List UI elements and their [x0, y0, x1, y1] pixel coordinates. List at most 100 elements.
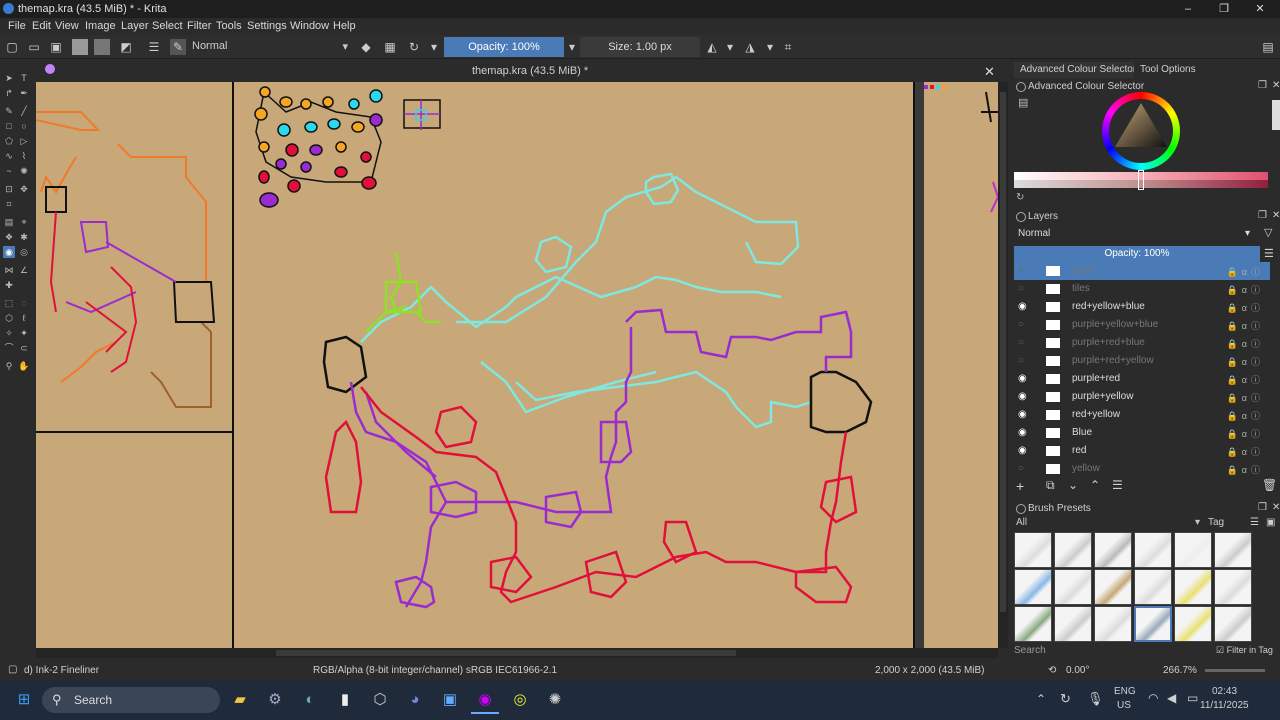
layer-properties-icon[interactable]: ☰: [1112, 478, 1123, 492]
polyline-tool-icon[interactable]: ▷: [18, 135, 30, 147]
close-panel-icon[interactable]: ✕: [1272, 80, 1280, 91]
layer-lock-icons[interactable]: 🔒αⓘ: [1227, 337, 1264, 350]
zoom-value[interactable]: 266.7%: [1163, 665, 1197, 676]
smart-patch-tool-icon[interactable]: ✱: [18, 231, 30, 243]
brush-settings-icon[interactable]: ☰: [146, 39, 162, 55]
move-tool-icon[interactable]: ✥: [18, 183, 30, 195]
layer-lock-icons[interactable]: 🔒αⓘ: [1227, 301, 1264, 314]
brush-preset-item[interactable]: [1054, 532, 1092, 568]
layer-lock-icons[interactable]: 🔒αⓘ: [1227, 409, 1264, 422]
open-folder-icon[interactable]: ▭: [26, 39, 42, 55]
zoom-slider[interactable]: [1205, 669, 1265, 672]
file-explorer-icon[interactable]: ▰: [226, 686, 254, 714]
krita-taskbar-icon[interactable]: ◉: [471, 686, 499, 714]
steam-icon[interactable]: ◐: [296, 686, 324, 714]
move-layer-down-icon[interactable]: ⌄: [1068, 478, 1078, 492]
language-indicator[interactable]: ENG: [1114, 686, 1136, 697]
canvas-vertical-scrollbar[interactable]: [998, 82, 1008, 648]
tag-button[interactable]: Tag: [1208, 517, 1224, 528]
brush-preset-item[interactable]: [1014, 532, 1052, 568]
layer-lock-icons[interactable]: 🔒αⓘ: [1227, 445, 1264, 458]
add-layer-icon[interactable]: +: [1016, 478, 1024, 494]
visibility-eye-icon[interactable]: ◉: [1018, 428, 1028, 438]
filter-icon[interactable]: ▽: [1264, 226, 1272, 239]
tab-advanced-colour-selector[interactable]: Advanced Colour Selector: [1014, 62, 1143, 78]
canvas-area[interactable]: [36, 82, 998, 648]
layer-row[interactable]: ◉ red+yellow+blue 🔒αⓘ: [1014, 298, 1270, 316]
close-panel-icon[interactable]: ✕: [1272, 210, 1280, 221]
color-picker-tool-icon[interactable]: ⌖: [18, 216, 30, 228]
transform-tool-icon[interactable]: ⊡: [3, 183, 15, 195]
brush-grid-icon[interactable]: ▣: [1266, 517, 1275, 528]
visibility-eye-icon[interactable]: ○: [1018, 320, 1028, 330]
refresh-icon[interactable]: ↻: [1016, 192, 1024, 203]
colorize-mask-tool-icon[interactable]: ❖: [3, 231, 15, 243]
layer-row[interactable]: ◉ Blue 🔒αⓘ: [1014, 424, 1270, 442]
line-tool-icon[interactable]: ╱: [18, 105, 30, 117]
brush-preset-item[interactable]: [1094, 606, 1132, 642]
menu-file[interactable]: File: [8, 20, 26, 32]
battery-icon[interactable]: ▭: [1187, 691, 1198, 705]
menu-edit[interactable]: Edit: [32, 20, 51, 32]
reload-preset-icon[interactable]: ↻: [406, 39, 422, 55]
chevron-down-icon[interactable]: ▾: [762, 39, 778, 55]
polygon-tool-icon[interactable]: ⬠: [3, 135, 15, 147]
layer-options-icon[interactable]: ☰: [1264, 247, 1274, 260]
wrap-around-icon[interactable]: ⌗: [780, 39, 796, 55]
gradient-tool-icon[interactable]: ▤: [3, 216, 15, 228]
menu-window[interactable]: Window: [290, 20, 329, 32]
rotation-value[interactable]: 0.00°: [1066, 665, 1089, 676]
brush-preset-icon[interactable]: ✎: [170, 39, 186, 55]
freehand-brush-tool-icon[interactable]: ✎: [3, 105, 15, 117]
layer-row[interactable]: ◉ purple+red 🔒αⓘ: [1014, 370, 1270, 388]
brush-preset-item[interactable]: [1014, 606, 1052, 642]
brush-preset-item[interactable]: [1054, 569, 1092, 605]
bezier-tool-icon[interactable]: ∿: [3, 150, 15, 162]
size-slider[interactable]: Size: 1.00 px: [580, 37, 700, 57]
edit-shapes-tool-icon[interactable]: ↱: [3, 87, 15, 99]
visibility-eye-icon[interactable]: ○: [1018, 356, 1028, 366]
similar-select-tool-icon[interactable]: ✦: [18, 327, 30, 339]
brush-preset-item[interactable]: [1134, 569, 1172, 605]
chevron-down-icon[interactable]: ▾: [426, 39, 442, 55]
select-shape-tool-icon[interactable]: ➤: [3, 72, 15, 84]
color-space-info[interactable]: RGB/Alpha (8-bit integer/channel) sRGB I…: [313, 665, 557, 676]
rotate-icon[interactable]: ⟲: [1048, 665, 1056, 676]
microphone-icon[interactable]: 🎙: [1087, 691, 1104, 707]
maximize-button[interactable]: ❐: [1206, 0, 1242, 18]
visibility-eye-icon[interactable]: ◉: [1018, 302, 1028, 312]
brush-preset-item[interactable]: [1134, 606, 1172, 642]
layer-lock-icons[interactable]: 🔒αⓘ: [1227, 373, 1264, 386]
menu-layer[interactable]: Layer: [121, 20, 149, 32]
settings-icon[interactable]: ⚙: [261, 686, 289, 714]
wifi-icon[interactable]: ◠: [1148, 691, 1158, 705]
text-tool-icon[interactable]: T: [18, 72, 30, 84]
mirror-horizontal-icon[interactable]: ◭: [704, 39, 720, 55]
brush-preset-item[interactable]: [1174, 532, 1212, 568]
layer-lock-icons[interactable]: 🔒αⓘ: [1227, 283, 1264, 296]
brush-preset-item[interactable]: [1054, 606, 1092, 642]
colour-triangle[interactable]: [1109, 99, 1173, 163]
sync-icon[interactable]: ↻: [1060, 691, 1071, 707]
opacity-slider[interactable]: Opacity: 100%: [444, 37, 564, 57]
app-icon[interactable]: ◎: [506, 686, 534, 714]
menu-help[interactable]: Help: [333, 20, 356, 32]
menu-select[interactable]: Select: [152, 20, 183, 32]
layer-row[interactable]: ◉ red+yellow 🔒αⓘ: [1014, 406, 1270, 424]
clock-date[interactable]: 11/11/2025: [1200, 700, 1249, 711]
menu-settings[interactable]: Settings: [247, 20, 287, 32]
freehand-select-tool-icon[interactable]: ℓ: [18, 312, 30, 324]
contiguous-select-tool-icon[interactable]: ✧: [3, 327, 15, 339]
magnetic-select-tool-icon[interactable]: ⊂: [18, 342, 30, 354]
visibility-eye-icon[interactable]: ◉: [1018, 410, 1028, 420]
layer-row[interactable]: ◉ red 🔒αⓘ: [1014, 442, 1270, 460]
visibility-eye-icon[interactable]: ○: [1018, 338, 1028, 348]
minimize-button[interactable]: –: [1170, 0, 1206, 18]
colour-settings-icon[interactable]: ▤: [1018, 96, 1028, 109]
document-tab-title[interactable]: themap.kra (43.5 MiB) *: [472, 65, 588, 77]
brush-view-icon[interactable]: ☰: [1250, 517, 1259, 528]
brush-filter-select[interactable]: All ▾: [1016, 517, 1202, 531]
brush-preset-item[interactable]: [1014, 569, 1052, 605]
map-drawing[interactable]: [36, 82, 998, 648]
layer-lock-icons[interactable]: 🔒αⓘ: [1227, 463, 1264, 476]
